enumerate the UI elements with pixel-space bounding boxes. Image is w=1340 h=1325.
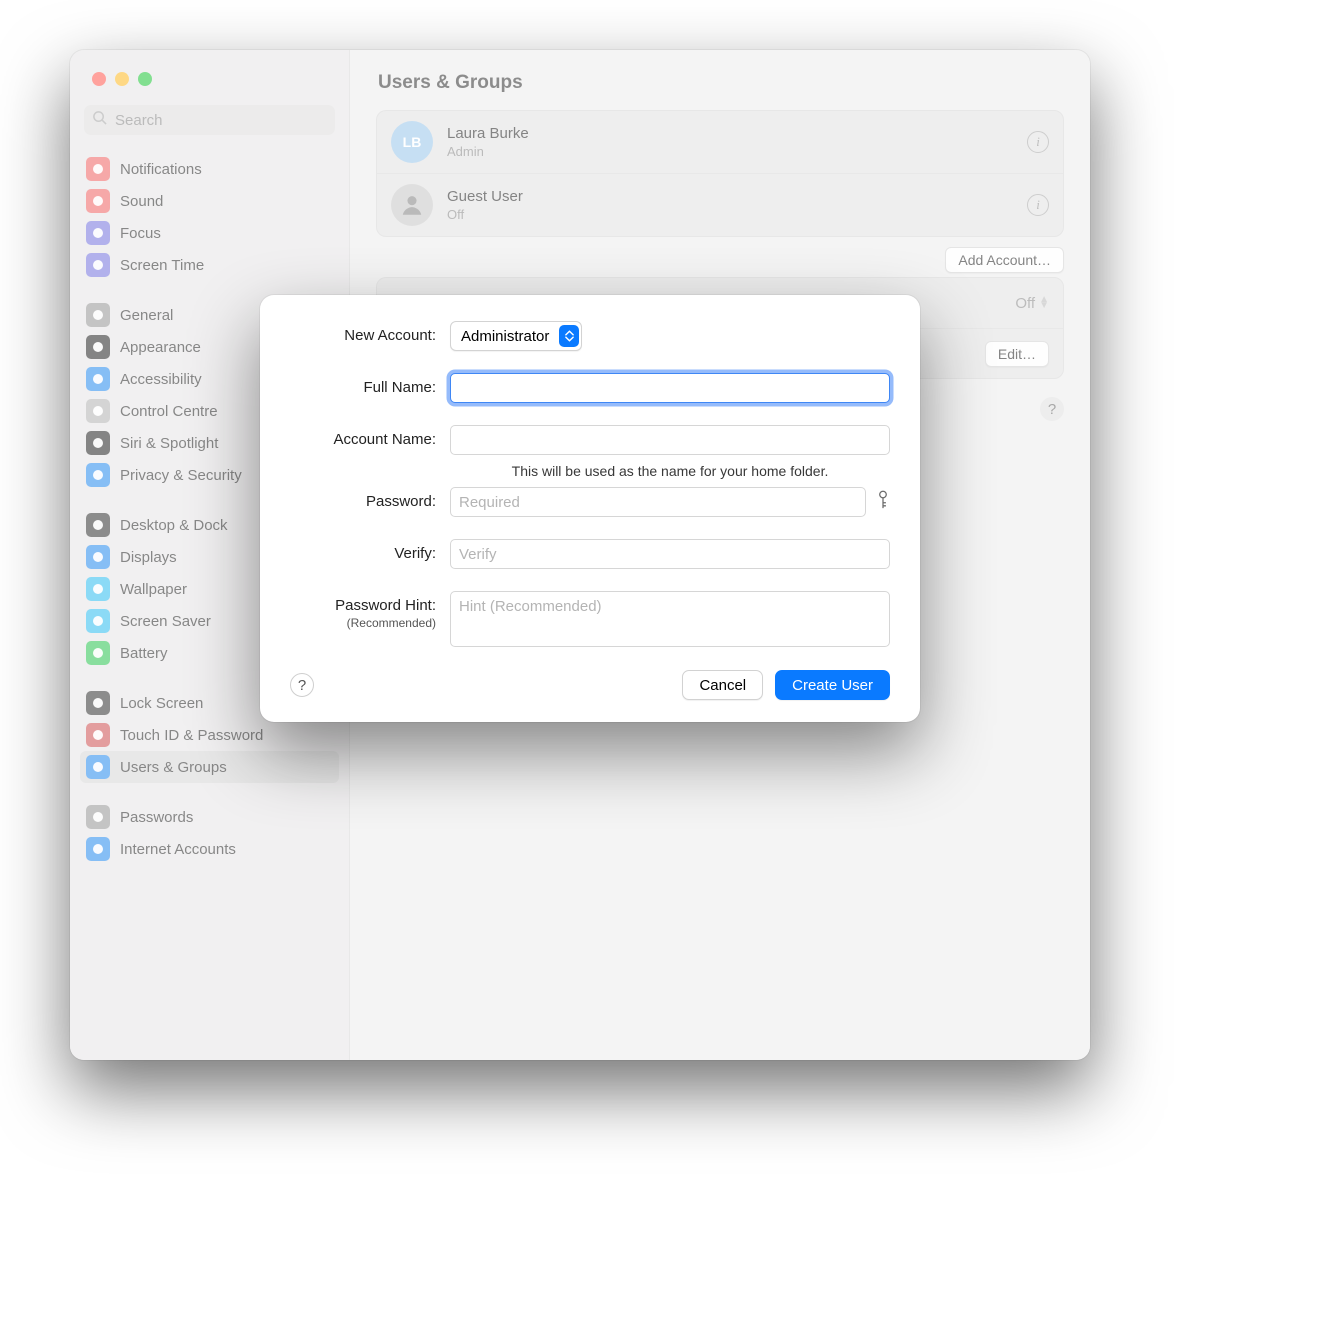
user-row[interactable]: Guest User Off i <box>377 173 1063 236</box>
sidebar-icon <box>86 837 110 861</box>
sidebar-item-label: Touch ID & Password <box>120 727 263 744</box>
chevron-updown-icon <box>559 325 579 347</box>
create-user-button[interactable]: Create User <box>775 670 890 700</box>
chevron-updown-icon: ▲▼ <box>1039 297 1049 309</box>
user-role: Admin <box>447 144 529 159</box>
sidebar-icon <box>86 399 110 423</box>
help-button[interactable]: ? <box>1040 397 1064 421</box>
sidebar-item-focus[interactable]: Focus <box>80 217 339 249</box>
sidebar-item-label: Appearance <box>120 339 201 356</box>
info-icon[interactable]: i <box>1027 194 1049 216</box>
sidebar-item-label: Focus <box>120 225 161 242</box>
verify-label: Verify: <box>290 539 450 562</box>
sidebar-item-label: Passwords <box>120 809 193 826</box>
password-hint-label: Password Hint: (Recommended) <box>290 591 450 630</box>
sidebar-icon <box>86 303 110 327</box>
sidebar-icon <box>86 641 110 665</box>
cancel-button[interactable]: Cancel <box>682 670 763 700</box>
system-settings-window: Notifications Sound Focus Screen Time Genera… <box>70 50 1090 1060</box>
sidebar-icon <box>86 367 110 391</box>
minimize-window-button[interactable] <box>115 72 129 86</box>
search-field[interactable] <box>84 105 335 135</box>
user-name: Guest User <box>447 188 523 205</box>
avatar <box>391 184 433 226</box>
new-account-value: Administrator <box>461 328 549 345</box>
new-account-label: New Account: <box>290 321 450 344</box>
user-role: Off <box>447 207 523 222</box>
sidebar-icon <box>86 577 110 601</box>
sidebar-item-label: Desktop & Dock <box>120 517 228 534</box>
sidebar-item-label: Battery <box>120 645 168 662</box>
sidebar-item-label: Privacy & Security <box>120 467 242 484</box>
sidebar-icon <box>86 189 110 213</box>
sidebar-icon <box>86 253 110 277</box>
password-input[interactable] <box>450 487 866 517</box>
sidebar-item-label: Control Centre <box>120 403 218 420</box>
sidebar-icon <box>86 513 110 537</box>
traffic-lights <box>92 72 152 86</box>
sidebar-item-label: Notifications <box>120 161 202 178</box>
zoom-window-button[interactable] <box>138 72 152 86</box>
sidebar-item-label: Screen Time <box>120 257 204 274</box>
password-hint-input[interactable] <box>450 591 890 647</box>
sidebar-item-label: Sound <box>120 193 163 210</box>
search-icon <box>92 110 113 130</box>
sidebar-icon <box>86 609 110 633</box>
sidebar-icon <box>86 431 110 455</box>
setting-value: Off <box>1015 295 1035 312</box>
sidebar-item-label: Internet Accounts <box>120 841 236 858</box>
sidebar-item-users-groups[interactable]: Users & Groups <box>80 751 339 783</box>
account-name-label: Account Name: <box>290 425 450 448</box>
full-name-input[interactable] <box>450 373 890 403</box>
user-name: Laura Burke <box>447 125 529 142</box>
avatar: LB <box>391 121 433 163</box>
search-input[interactable] <box>113 111 327 130</box>
new-account-dialog: New Account: Administrator Full Name: Ac… <box>260 295 920 722</box>
sidebar-item-label: Wallpaper <box>120 581 187 598</box>
key-icon[interactable] <box>876 490 890 515</box>
close-window-button[interactable] <box>92 72 106 86</box>
sidebar-icon <box>86 157 110 181</box>
sidebar-icon <box>86 221 110 245</box>
full-name-label: Full Name: <box>290 373 450 396</box>
verify-input[interactable] <box>450 539 890 569</box>
sidebar-icon <box>86 755 110 779</box>
sidebar-icon <box>86 545 110 569</box>
sidebar-item-internet-accounts[interactable]: Internet Accounts <box>80 833 339 865</box>
sidebar-item-label: Users & Groups <box>120 759 227 776</box>
sidebar-icon <box>86 463 110 487</box>
sidebar-item-notifications[interactable]: Notifications <box>80 153 339 185</box>
sidebar-icon <box>86 805 110 829</box>
sidebar-item-label: Screen Saver <box>120 613 211 630</box>
edit-button[interactable]: Edit… <box>985 341 1049 367</box>
user-row[interactable]: LB Laura Burke Admin i <box>377 111 1063 173</box>
sidebar-item-passwords[interactable]: Passwords <box>80 801 339 833</box>
sidebar-item-touch-id-password[interactable]: Touch ID & Password <box>80 719 339 751</box>
sidebar-item-label: Displays <box>120 549 177 566</box>
page-title: Users & Groups <box>376 66 1064 110</box>
add-account-button[interactable]: Add Account… <box>945 247 1064 273</box>
help-button[interactable]: ? <box>290 673 314 697</box>
account-name-input[interactable] <box>450 425 890 455</box>
password-label: Password: <box>290 487 450 510</box>
sidebar-icon <box>86 691 110 715</box>
sidebar-item-sound[interactable]: Sound <box>80 185 339 217</box>
info-icon[interactable]: i <box>1027 131 1049 153</box>
users-list: LB Laura Burke Admin i Guest User <box>376 110 1064 237</box>
sidebar-item-screen-time[interactable]: Screen Time <box>80 249 339 281</box>
sidebar-item-label: General <box>120 307 173 324</box>
sidebar-item-label: Siri & Spotlight <box>120 435 218 452</box>
sidebar-icon <box>86 335 110 359</box>
account-name-helper: This will be used as the name for your h… <box>450 463 890 479</box>
new-account-select[interactable]: Administrator <box>450 321 582 351</box>
sidebar-item-label: Accessibility <box>120 371 202 388</box>
sidebar-icon <box>86 723 110 747</box>
sidebar-item-label: Lock Screen <box>120 695 203 712</box>
